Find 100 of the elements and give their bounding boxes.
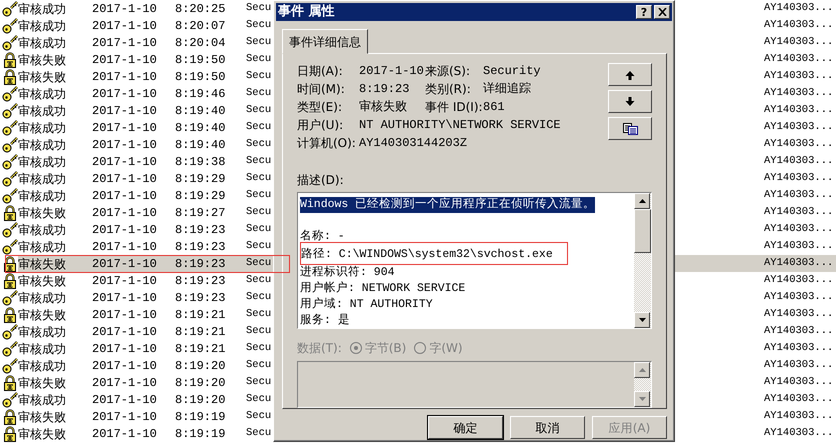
field-value: AY140303144203Z	[359, 135, 468, 151]
event-type: 审核成功	[18, 138, 66, 152]
computer-cell: AY140303...	[764, 222, 834, 235]
date-cell: 2017-1-10	[92, 120, 157, 134]
time-cell: 8:19:19	[175, 410, 226, 424]
event-type: 审核失败	[18, 206, 66, 220]
source-cell: Secu	[246, 2, 272, 14]
field-label: 来源(S):	[425, 63, 472, 79]
computer-cell: AY140303...	[764, 376, 834, 388]
date-cell: 2017-1-10	[92, 358, 157, 372]
date-cell: 2017-1-10	[92, 342, 157, 356]
computer-cell: AY140303...	[764, 120, 834, 133]
date-cell: 2017-1-10	[92, 410, 157, 424]
time-cell: 8:19:38	[175, 154, 226, 168]
computer-cell: AY140303...	[764, 2, 834, 14]
computer-cell: AY140303...	[764, 256, 834, 269]
event-type: 审核失败	[18, 376, 66, 390]
source-cell: Secu	[246, 86, 272, 99]
date-cell: 2017-1-10	[92, 240, 157, 254]
computer-cell: AY140303...	[764, 324, 834, 337]
time-cell: 8:19:29	[175, 172, 226, 186]
time-cell: 8:19:40	[175, 138, 226, 152]
source-cell: Secu	[246, 324, 272, 337]
time-cell: 8:19:40	[175, 120, 226, 134]
source-cell: Secu	[246, 290, 272, 303]
window-title: 事件 属性	[278, 3, 336, 22]
source-cell: Secu	[246, 104, 272, 116]
description-label: 描述(D):	[297, 172, 345, 189]
event-type: 审核失败	[18, 426, 66, 440]
computer-cell: AY140303...	[764, 426, 834, 439]
computer-cell: AY140303...	[764, 104, 834, 116]
source-cell: Secu	[246, 52, 272, 65]
computer-cell: AY140303...	[764, 172, 834, 184]
source-cell: Secu	[246, 222, 272, 235]
field-value: 详细追踪	[483, 81, 532, 97]
event-type: 审核成功	[18, 86, 66, 100]
field-value: NT AUTHORITY\NETWORK SERVICE	[359, 117, 562, 133]
time-cell: 8:19:50	[175, 70, 226, 84]
time-cell: 8:19:27	[175, 206, 226, 220]
description-line: 服务: 是	[300, 314, 350, 327]
description-line: 用户帐户: NETWORK SERVICE	[300, 282, 466, 295]
source-cell: Secu	[246, 376, 272, 388]
source-cell: Secu	[246, 18, 272, 31]
time-cell: 8:19:40	[175, 104, 226, 118]
computer-cell: AY140303...	[764, 274, 834, 286]
event-type: 审核失败	[18, 70, 66, 84]
time-cell: 8:19:23	[175, 290, 226, 304]
computer-cell: AY140303...	[764, 290, 834, 303]
time-cell: 8:19:20	[175, 358, 226, 372]
description-line: 用户域: NT AUTHORITY	[300, 298, 433, 311]
event-type: 审核成功	[18, 392, 66, 406]
field-label: 计算机(O):	[297, 135, 357, 151]
computer-cell: AY140303...	[764, 36, 834, 48]
date-cell: 2017-1-10	[92, 426, 157, 440]
computer-cell: AY140303...	[764, 410, 834, 422]
date-cell: 2017-1-10	[92, 52, 157, 66]
source-cell: Secu	[246, 256, 272, 269]
date-cell: 2017-1-10	[92, 206, 157, 220]
computer-cell: AY140303...	[764, 18, 834, 31]
event-type: 审核成功	[18, 290, 66, 304]
date-cell: 2017-1-10	[92, 70, 157, 84]
date-cell: 2017-1-10	[92, 324, 157, 338]
field-label: 用户(U):	[297, 117, 344, 133]
field-label: 日期(A):	[297, 63, 344, 79]
computer-cell: AY140303...	[764, 86, 834, 99]
event-type: 审核失败	[18, 52, 66, 66]
source-cell: Secu	[246, 342, 272, 354]
time-cell: 8:19:46	[175, 86, 226, 100]
source-cell: Secu	[246, 36, 272, 48]
computer-cell: AY140303...	[764, 52, 834, 65]
computer-cell: AY140303...	[764, 240, 834, 252]
event-type: 审核成功	[18, 18, 66, 32]
event-type: 审核成功	[18, 222, 66, 236]
event-type: 审核失败	[18, 256, 66, 270]
field-value: Security	[483, 63, 542, 79]
time-cell: 8:20:04	[175, 36, 226, 50]
computer-cell: AY140303...	[764, 70, 834, 82]
date-cell: 2017-1-10	[92, 104, 157, 118]
field-value: 8:19:23	[359, 81, 410, 97]
field-label: 类别(R):	[425, 81, 472, 97]
date-cell: 2017-1-10	[92, 222, 157, 236]
computer-cell: AY140303...	[764, 392, 834, 405]
time-cell: 8:19:29	[175, 188, 226, 202]
computer-cell: AY140303...	[764, 342, 834, 354]
radio-label: 字节(B)	[364, 340, 406, 357]
field-label: 类型(E):	[297, 99, 343, 115]
date-cell: 2017-1-10	[92, 172, 157, 186]
source-cell: Secu	[246, 70, 272, 82]
date-cell: 2017-1-10	[92, 392, 157, 406]
date-cell: 2017-1-10	[92, 308, 157, 322]
date-cell: 2017-1-10	[92, 154, 157, 168]
field-label: 时间(M):	[297, 81, 346, 97]
description-line: 进程标识符: 904	[300, 266, 395, 279]
time-cell: 8:19:21	[175, 324, 226, 338]
time-cell: 8:19:20	[175, 392, 226, 406]
source-cell: Secu	[246, 120, 272, 133]
date-cell: 2017-1-10	[92, 2, 157, 16]
field-value: 审核失败	[359, 99, 408, 115]
event-type: 审核失败	[18, 410, 66, 424]
field-label: 事件 ID(I):	[425, 99, 483, 115]
